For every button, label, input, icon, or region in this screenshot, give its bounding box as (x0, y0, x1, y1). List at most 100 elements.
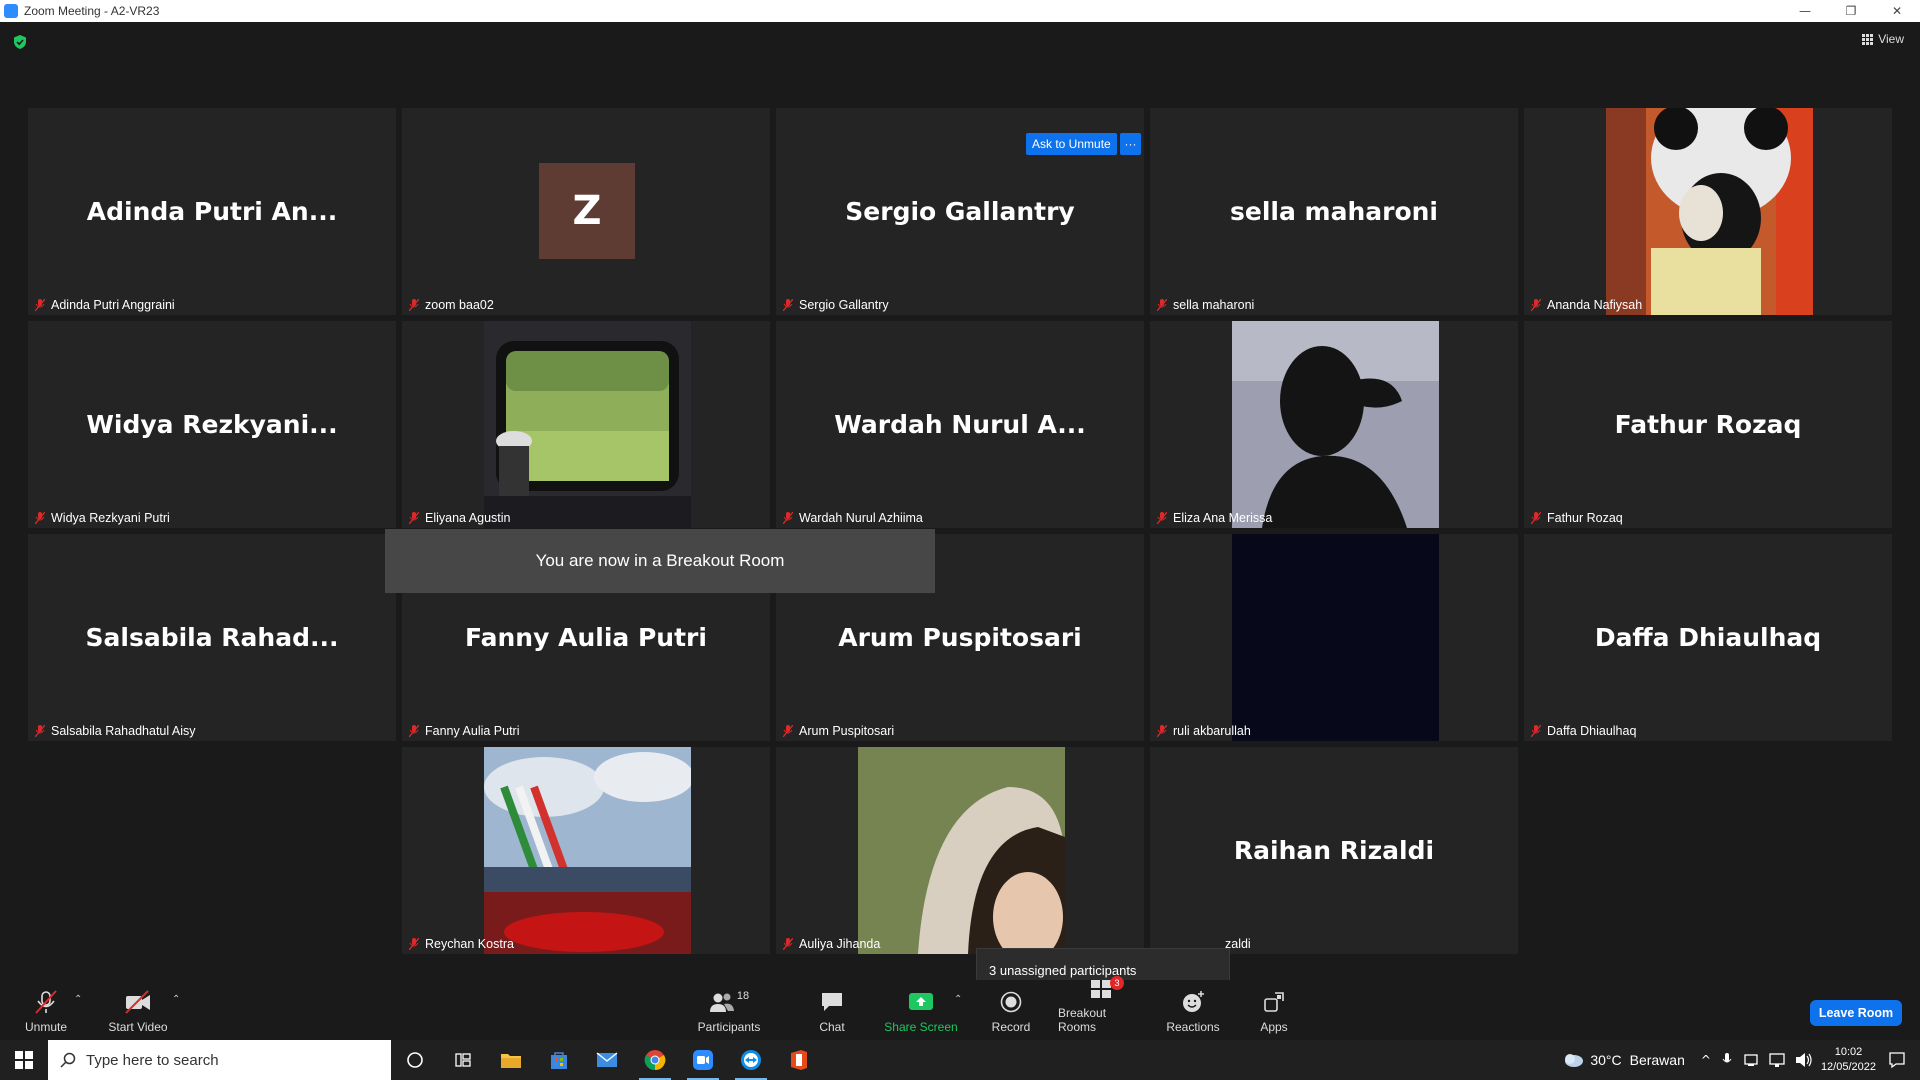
microphone-icon[interactable] (1721, 1052, 1733, 1068)
participant-video-photo (1232, 534, 1439, 741)
video-tile[interactable]: Raihan Rizaldi zaldi (1150, 747, 1518, 954)
participant-video-photo (484, 321, 691, 528)
view-button[interactable]: View (1862, 32, 1904, 46)
breakout-room-notification: You are now in a Breakout Room (385, 529, 935, 593)
video-tile[interactable]: Ananda Nafiysah (1524, 108, 1892, 315)
unmute-button[interactable]: Unmute (20, 980, 72, 1040)
task-view-button[interactable] (439, 1040, 487, 1080)
video-tile[interactable]: ruli akbarullah (1150, 534, 1518, 741)
breakout-rooms-icon: 3 (1088, 976, 1124, 1000)
encryption-shield-icon[interactable] (12, 34, 28, 50)
muted-mic-icon (783, 511, 793, 524)
participant-name-label: zoom baa02 (406, 296, 497, 313)
share-screen-button[interactable]: Share Screen (884, 980, 958, 1040)
taskbar-search-box[interactable]: Type here to search (48, 1040, 391, 1080)
participant-name-label: Salsabila Rahadhatul Aisy (32, 722, 199, 739)
teamviewer-icon (741, 1050, 761, 1070)
chat-icon (818, 990, 846, 1014)
grid-view-icon (1862, 33, 1874, 45)
speaker-icon[interactable] (1795, 1052, 1813, 1068)
taskbar-store[interactable] (535, 1040, 583, 1080)
meeting-toolbar: Unmute ⌃ Start Video ⌃ 18 Participants C… (0, 976, 1920, 1040)
participant-name-label: Eliyana Agustin (406, 509, 513, 526)
weather-description: Berawan (1629, 1052, 1685, 1068)
muted-mic-icon (1531, 298, 1541, 311)
participant-name-label: ruli akbarullah (1154, 722, 1254, 739)
cortana-icon (407, 1052, 423, 1068)
ask-to-unmute-button[interactable]: Ask to Unmute (1026, 133, 1117, 155)
muted-mic-icon (409, 298, 419, 311)
zoom-icon (693, 1050, 713, 1070)
muted-mic-icon (783, 298, 793, 311)
participant-display-name: Adinda Putri An... (86, 197, 338, 226)
windows-start-button[interactable] (0, 1040, 48, 1080)
video-tile[interactable]: Eliyana Agustin (402, 321, 770, 528)
participant-video-photo (858, 747, 1065, 954)
participant-name-label: Daffa Dhiaulhaq (1528, 722, 1639, 739)
chat-button[interactable]: Chat (812, 980, 852, 1040)
reactions-button[interactable]: Reactions (1166, 980, 1220, 1040)
taskbar-office[interactable] (775, 1040, 823, 1080)
chevron-up-icon[interactable]: ^ (1701, 1053, 1711, 1067)
share-options-caret[interactable]: ⌃ (954, 994, 962, 1005)
video-tile[interactable]: Auliya Jihanda (776, 747, 1144, 954)
participant-display-name: Salsabila Rahad... (85, 623, 339, 652)
video-tile[interactable]: Daffa Dhiaulhaq Daffa Dhiaulhaq (1524, 534, 1892, 741)
video-tile[interactable]: Wardah Nurul A... Wardah Nurul Azhiima (776, 321, 1144, 528)
participant-name-label: Eliza Ana Merissa (1154, 509, 1275, 526)
taskbar-mail[interactable] (583, 1040, 631, 1080)
breakout-rooms-button[interactable]: 3 Breakout Rooms (1058, 976, 1146, 1040)
taskbar-teamviewer[interactable] (727, 1040, 775, 1080)
video-options-caret[interactable]: ⌃ (172, 994, 180, 1005)
breakout-rooms-badge: 3 (1110, 976, 1124, 990)
muted-mic-icon (35, 511, 45, 524)
participant-name-label: Auliya Jihanda (780, 935, 883, 952)
meeting-area: View Adinda Putri An... Adinda Putri Ang… (0, 22, 1920, 993)
cortana-button[interactable] (391, 1040, 439, 1080)
video-tile[interactable]: Z zoom baa02 (402, 108, 770, 315)
muted-mic-icon (409, 937, 419, 950)
store-icon (551, 1052, 567, 1069)
participants-button[interactable]: 18 Participants (694, 980, 764, 1040)
restore-button[interactable]: ❐ (1828, 0, 1874, 22)
taskbar-chrome[interactable] (631, 1040, 679, 1080)
taskbar-zoom[interactable] (679, 1040, 727, 1080)
video-tile[interactable]: sella maharoni sella maharoni (1150, 108, 1518, 315)
muted-mic-icon (783, 724, 793, 737)
video-tile[interactable]: Widya Rezkyani... Widya Rezkyani Putri (28, 321, 396, 528)
participant-name-label: Fathur Rozaq (1528, 509, 1626, 526)
participant-name-label: Ananda Nafiysah (1528, 296, 1645, 313)
window-titlebar: Zoom Meeting - A2-VR23 — ❐ ✕ (0, 0, 1920, 22)
notifications-icon[interactable] (1888, 1051, 1906, 1069)
chrome-icon (644, 1050, 666, 1071)
avatar: Z (539, 163, 635, 259)
taskbar-clock[interactable]: 10:02 12/05/2022 (1821, 1045, 1876, 1075)
participant-display-name: Raihan Rizaldi (1233, 836, 1435, 865)
muted-mic-icon (409, 511, 419, 524)
video-tile[interactable]: Salsabila Rahad... Salsabila Rahadhatul … (28, 534, 396, 741)
participant-name-label: Widya Rezkyani Putri (32, 509, 173, 526)
participants-count: 18 (736, 990, 750, 1002)
audio-options-caret[interactable]: ⌃ (74, 994, 82, 1005)
video-tile[interactable]: Adinda Putri An... Adinda Putri Anggrain… (28, 108, 396, 315)
more-options-button[interactable]: ··· (1120, 133, 1141, 155)
video-tile[interactable]: Eliza Ana Merissa (1150, 321, 1518, 528)
network-icon[interactable] (1769, 1052, 1785, 1068)
participant-name-label: Wardah Nurul Azhiima (780, 509, 926, 526)
record-button[interactable]: Record (990, 980, 1032, 1040)
participant-video-photo (1232, 321, 1439, 528)
video-tile[interactable]: Fathur Rozaq Fathur Rozaq (1524, 321, 1892, 528)
mail-icon (596, 1052, 618, 1067)
minimize-button[interactable]: — (1782, 0, 1828, 22)
leave-room-button[interactable]: Leave Room (1810, 1000, 1902, 1026)
video-tile[interactable]: Reychan Kostra (402, 747, 770, 954)
muted-mic-icon (1157, 724, 1167, 737)
hardware-icon[interactable] (1743, 1052, 1759, 1068)
taskbar-file-explorer[interactable] (487, 1040, 535, 1080)
participant-display-name: Widya Rezkyani... (86, 410, 338, 439)
clock-date: 12/05/2022 (1820, 1061, 1876, 1073)
start-video-button[interactable]: Start Video (104, 980, 172, 1040)
apps-button[interactable]: Apps (1256, 980, 1292, 1040)
close-button[interactable]: ✕ (1874, 0, 1920, 22)
muted-mic-icon (35, 724, 45, 737)
